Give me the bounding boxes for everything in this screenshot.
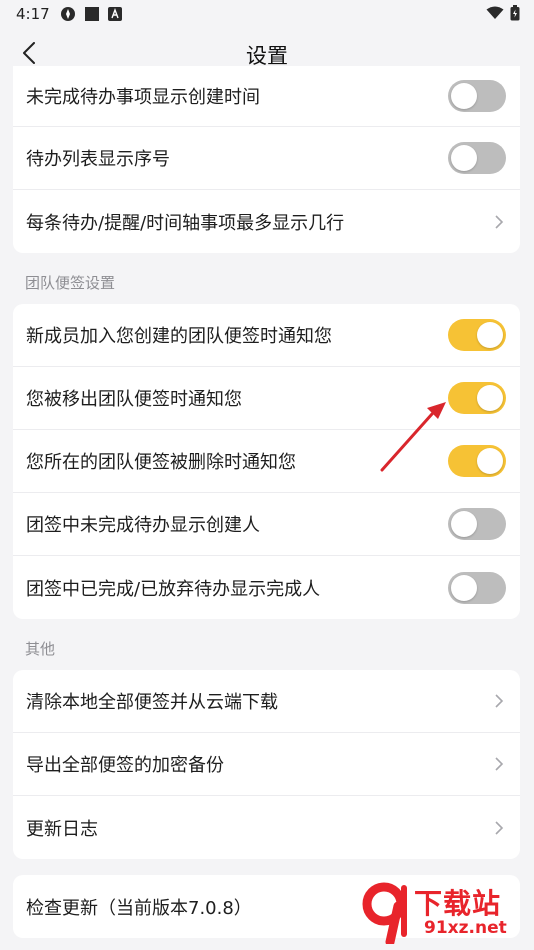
- setting-row-export-backup[interactable]: 导出全部便签的加密备份: [13, 733, 520, 796]
- setting-row-show-creator[interactable]: 团签中未完成待办显示创建人: [13, 493, 520, 556]
- toggle-deleted-notify[interactable]: [448, 445, 506, 477]
- settings-card-display: 未完成待办事项显示创建时间 待办列表显示序号 每条待办/提醒/时间轴事项最多显示…: [13, 66, 520, 253]
- setting-label: 待办列表显示序号: [26, 149, 170, 170]
- setting-label: 未完成待办事项显示创建时间: [26, 87, 260, 108]
- watermark-logo: 下载站 91xz.net: [358, 880, 526, 946]
- chevron-right-icon: [495, 214, 504, 229]
- toggle-knob: [451, 574, 477, 601]
- section-label-team: 团队便签设置: [25, 274, 116, 292]
- setting-label: 检查更新（当前版本7.0.8）: [26, 897, 252, 919]
- chevron-right-icon: [495, 820, 504, 835]
- setting-label: 团签中未完成待办显示创建人: [26, 515, 260, 536]
- setting-label: 更新日志: [26, 818, 98, 840]
- watermark-url: 91xz.net: [424, 918, 507, 938]
- toggle-new-member-notify[interactable]: [448, 319, 506, 351]
- setting-row-changelog[interactable]: 更新日志: [13, 796, 520, 859]
- status-time: 4:17: [16, 5, 50, 23]
- setting-row-removed-notify[interactable]: 您被移出团队便签时通知您: [13, 367, 520, 430]
- setting-label: 团签中已完成/已放弃待办显示完成人: [26, 578, 321, 600]
- wifi-icon: [486, 6, 504, 19]
- toggle-knob: [477, 385, 503, 411]
- watermark-text: 下载站: [414, 887, 502, 920]
- chevron-right-icon: [495, 694, 504, 708]
- setting-row-restore-from-cloud[interactable]: 清除本地全部便签并从云端下载: [13, 670, 520, 733]
- toggle-show-index[interactable]: [448, 142, 506, 174]
- toggle-knob: [477, 448, 503, 474]
- toggle-knob: [451, 145, 477, 171]
- status-bar: 4:17: [0, 0, 534, 28]
- setting-label: 每条待办/提醒/时间轴事项最多显示几行: [26, 212, 345, 234]
- toggle-knob: [451, 83, 477, 109]
- setting-label: 清除本地全部便签并从云端下载: [26, 692, 278, 713]
- chevron-right-icon: [495, 757, 504, 771]
- status-system-icons: [486, 5, 520, 21]
- setting-label: 您被移出团队便签时通知您: [26, 389, 242, 410]
- square-icon: [85, 7, 99, 21]
- setting-label: 新成员加入您创建的团队便签时通知您: [26, 326, 332, 347]
- toggle-show-created-time[interactable]: [448, 80, 506, 112]
- setting-row-show-index[interactable]: 待办列表显示序号: [13, 127, 520, 190]
- toggle-removed-notify[interactable]: [448, 382, 506, 414]
- toggle-knob: [477, 322, 503, 348]
- settings-card-other: 清除本地全部便签并从云端下载 导出全部便签的加密备份 更新日志: [13, 670, 520, 859]
- a-badge-icon: [108, 7, 122, 21]
- setting-row-show-created-time[interactable]: 未完成待办事项显示创建时间: [13, 66, 520, 127]
- settings-app-icon: [61, 7, 75, 21]
- settings-card-team: 新成员加入您创建的团队便签时通知您 您被移出团队便签时通知您 您所在的团队便签被…: [13, 304, 520, 619]
- watermark-9-icon: [362, 882, 407, 944]
- section-label-other: 其他: [25, 640, 56, 658]
- setting-row-deleted-notify[interactable]: 您所在的团队便签被删除时通知您: [13, 430, 520, 493]
- battery-icon: [510, 5, 520, 21]
- setting-row-show-completer[interactable]: 团签中已完成/已放弃待办显示完成人: [13, 556, 520, 619]
- status-notification-icons: [60, 6, 122, 22]
- toggle-show-creator[interactable]: [448, 508, 506, 540]
- setting-row-max-lines[interactable]: 每条待办/提醒/时间轴事项最多显示几行: [13, 190, 520, 253]
- toggle-knob: [451, 511, 477, 537]
- toggle-show-completer[interactable]: [448, 571, 506, 604]
- setting-row-new-member-notify[interactable]: 新成员加入您创建的团队便签时通知您: [13, 304, 520, 367]
- setting-label: 导出全部便签的加密备份: [26, 755, 224, 776]
- setting-label: 您所在的团队便签被删除时通知您: [26, 452, 296, 473]
